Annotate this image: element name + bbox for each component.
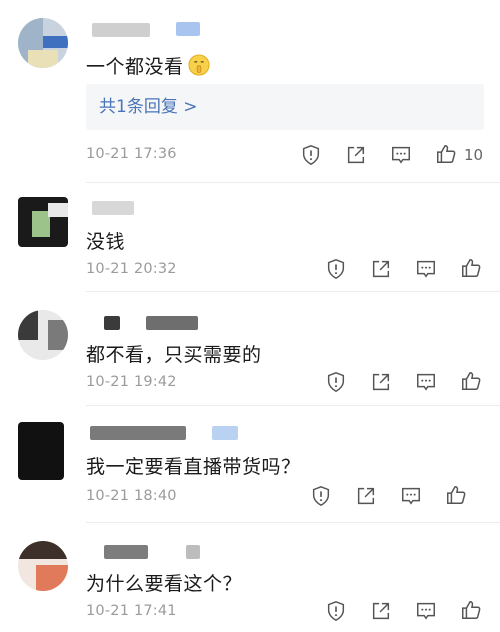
comment-item: 没钱 10-21 20:32 (0, 183, 500, 291)
comment-time: 10-21 19:42 (86, 374, 177, 390)
username-blurred[interactable] (92, 201, 134, 215)
username-blurred[interactable] (146, 316, 198, 330)
share-arrow-icon[interactable] (370, 600, 392, 622)
comment-text: 为什么要看这个？ (86, 573, 243, 595)
share-arrow-icon[interactable] (355, 485, 377, 507)
comment-time: 10-21 18:40 (86, 488, 177, 504)
comment-text: 都不看，只买需要的 (86, 344, 262, 366)
username-blurred[interactable] (92, 23, 150, 37)
avatar[interactable] (18, 422, 64, 480)
comment-item: 一个都没看 共1条回复 > 10-21 17:36 10 (0, 0, 500, 185)
thumbs-up-icon[interactable] (445, 484, 467, 506)
avatar[interactable] (18, 197, 68, 247)
thumbs-up-icon[interactable] (435, 143, 457, 165)
report-shield-icon[interactable] (310, 485, 332, 507)
comment-time: 10-21 20:32 (86, 261, 177, 277)
thumbs-up-icon[interactable] (460, 599, 482, 621)
user-badge-blurred (176, 22, 200, 36)
share-arrow-icon[interactable] (370, 258, 392, 280)
report-shield-icon[interactable] (300, 144, 322, 166)
report-shield-icon[interactable] (325, 600, 347, 622)
reply-bubble-icon[interactable] (415, 258, 437, 280)
share-arrow-icon[interactable] (370, 371, 392, 393)
username-blurred[interactable] (104, 545, 148, 559)
username-blurred[interactable] (104, 316, 120, 330)
reply-bubble-icon[interactable] (390, 144, 412, 166)
avatar[interactable] (18, 310, 68, 360)
comment-item: 为什么要看这个？ 10-21 17:41 (0, 523, 500, 632)
username-blurred[interactable] (186, 545, 200, 559)
comment-text: 没钱 (86, 231, 126, 253)
avatar[interactable] (18, 541, 68, 591)
thumbs-up-icon[interactable] (460, 370, 482, 392)
reply-bubble-icon[interactable] (415, 600, 437, 622)
comment-time: 10-21 17:36 (86, 146, 177, 162)
user-badge-blurred (212, 426, 238, 440)
avatar[interactable] (18, 18, 68, 68)
comment-time: 10-21 17:41 (86, 603, 177, 619)
comment-text: 我一定要看直播带货吗？ (86, 456, 301, 478)
thumbs-up-icon[interactable] (460, 257, 482, 279)
comment-item: 都不看，只买需要的 10-21 19:42 (0, 292, 500, 406)
username-blurred[interactable] (90, 426, 186, 440)
report-shield-icon[interactable] (325, 258, 347, 280)
reply-bubble-icon[interactable] (400, 485, 422, 507)
comment-item: 我一定要看直播带货吗？ 10-21 18:40 (0, 406, 500, 524)
comment-text: 一个都没看 (86, 52, 210, 79)
report-shield-icon[interactable] (325, 371, 347, 393)
view-replies-link[interactable]: 共1条回复 > (86, 84, 484, 130)
like-count: 10 (464, 146, 484, 164)
shushing-face-emoji-icon (187, 54, 210, 76)
share-arrow-icon[interactable] (345, 144, 367, 166)
reply-bubble-icon[interactable] (415, 371, 437, 393)
